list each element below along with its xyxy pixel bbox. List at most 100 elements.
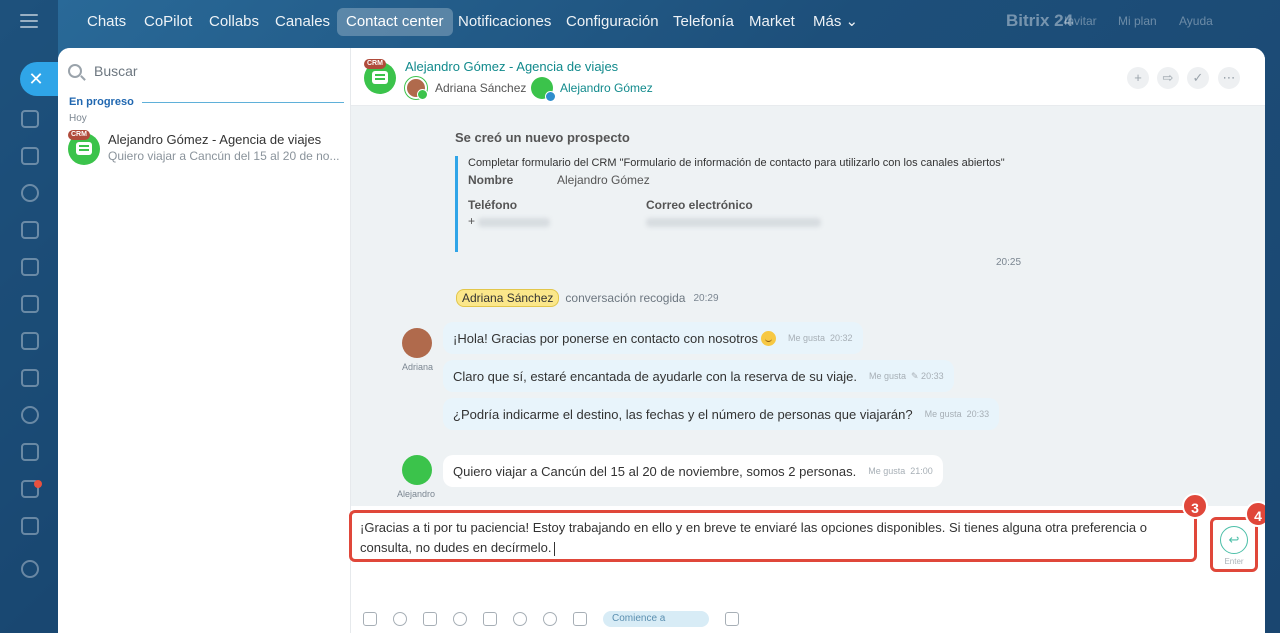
like-link[interactable]: Me gusta — [869, 371, 906, 381]
avatar-label: Alejandro — [397, 489, 436, 499]
blurred-email — [646, 218, 821, 227]
operator-avatar[interactable] — [405, 77, 428, 100]
nav-canales[interactable]: Canales — [266, 8, 339, 36]
add-button[interactable]: + — [1127, 67, 1149, 89]
nav-invitar[interactable]: Invitar — [1064, 14, 1097, 28]
form-icon[interactable] — [423, 612, 437, 626]
forward-button[interactable]: ⇨ — [1157, 67, 1179, 89]
template-icon[interactable] — [483, 612, 497, 626]
contact-center-panel: Buscar En progreso Hoy CRM Alejandro Góm… — [58, 48, 1265, 633]
lightning-icon[interactable] — [543, 612, 557, 626]
group-title: En progreso — [69, 96, 134, 108]
composer: ¡Gracias a ti por tu paciencia! Estoy tr… — [349, 493, 1265, 633]
client-message-avatar[interactable] — [402, 455, 432, 485]
message-bubble[interactable]: ¡Hola! Gracias por ponerse en contacto c… — [443, 322, 863, 354]
check-button[interactable]: ✓ — [1187, 67, 1209, 89]
nav-notificaciones[interactable]: Notificaciones — [449, 8, 560, 36]
users-icon[interactable] — [21, 406, 39, 424]
message-time: 21:00 — [910, 466, 933, 476]
like-link[interactable]: Me gusta — [925, 409, 962, 419]
screen-icon[interactable] — [725, 612, 739, 626]
send-label: Enter — [1224, 557, 1244, 566]
blurred-phone — [478, 218, 550, 227]
contact-icon[interactable] — [393, 612, 407, 626]
docs-icon[interactable] — [21, 258, 39, 276]
pickup-notice: Adriana Sánchez conversación recogida 20… — [456, 289, 719, 307]
message-feed: Se creó un nuevo prospecto Completar for… — [351, 106, 1265, 506]
phone-label: Teléfono — [468, 198, 518, 212]
top-nav: Chats CoPilot Collabs Canales Contact ce… — [58, 0, 1280, 46]
message-bubble[interactable]: Quiero viajar a Cancún del 15 al 20 de n… — [443, 455, 943, 487]
lead-details: Completar formulario del CRM "Formulario… — [455, 156, 1055, 252]
name-value: Alejandro Gómez — [557, 173, 650, 187]
contact-center-icon[interactable] — [21, 332, 39, 350]
star-icon[interactable] — [573, 612, 587, 626]
like-link[interactable]: Me gusta — [788, 333, 825, 343]
message-text: ¿Podría indicarme el destino, las fechas… — [453, 406, 913, 422]
nav-chats[interactable]: Chats — [78, 8, 135, 36]
nav-contact-center[interactable]: Contact center — [337, 8, 453, 36]
emoji-icon[interactable] — [453, 612, 467, 626]
board-icon[interactable] — [21, 295, 39, 313]
nav-mas[interactable]: Más ⌄ — [804, 8, 867, 36]
search-input[interactable]: Buscar — [94, 63, 138, 79]
message-input-text: ¡Gracias a ti por tu paciencia! Estoy tr… — [360, 520, 1147, 555]
search-box[interactable]: Buscar — [68, 58, 342, 84]
message-text: Claro que sí, estaré encantada de ayudar… — [453, 368, 857, 384]
crm-tag: CRM — [364, 59, 386, 69]
chat-area: CRM Alejandro Gómez - Agencia de viajes … — [349, 48, 1265, 633]
crm-tag: CRM — [68, 130, 90, 140]
step-badge-4: 4 — [1245, 501, 1265, 527]
attach-icon[interactable] — [363, 612, 377, 626]
client-avatar[interactable] — [531, 77, 556, 102]
tasks-icon[interactable] — [21, 443, 39, 461]
message-time: ✎ 20:33 — [911, 370, 944, 381]
chat-header: CRM Alejandro Gómez - Agencia de viajes … — [351, 48, 1265, 106]
send-button[interactable]: ↩ — [1220, 526, 1248, 554]
nav-market[interactable]: Market — [740, 8, 804, 36]
feed-icon[interactable] — [21, 147, 39, 165]
message-time: 20:32 — [830, 333, 853, 343]
calendar-icon[interactable] — [21, 221, 39, 239]
nav-copilot[interactable]: CoPilot — [135, 8, 201, 36]
settings-icon[interactable] — [21, 560, 39, 578]
left-rail: ✕ — [0, 0, 58, 633]
chat-list-sidebar: Buscar En progreso Hoy CRM Alejandro Góm… — [58, 48, 351, 633]
nav-configuracion[interactable]: Configuración — [557, 8, 668, 36]
pickup-text: conversación recogida — [565, 291, 686, 305]
copilot-chip[interactable]: Comience a — [603, 611, 709, 627]
composer-toolbar: Comience a — [363, 610, 755, 628]
nav-collabs[interactable]: Collabs — [200, 8, 268, 36]
operator-name[interactable]: Adriana Sánchez — [435, 81, 526, 95]
close-panel-button[interactable]: ✕ — [20, 62, 58, 96]
operator-message-avatar[interactable] — [402, 328, 432, 358]
hide-icon[interactable] — [513, 612, 527, 626]
robot-icon[interactable] — [21, 517, 39, 535]
mail-icon[interactable] — [21, 369, 39, 387]
more-button[interactable]: ⋯ — [1218, 67, 1240, 89]
group-date: Hoy — [69, 113, 87, 124]
message-time: 20:33 — [966, 409, 990, 419]
like-link[interactable]: Me gusta — [868, 466, 905, 476]
message-input[interactable]: ¡Gracias a ti por tu paciencia! Estoy tr… — [349, 510, 1197, 562]
chat-icon[interactable] — [21, 110, 39, 128]
client-name[interactable]: Alejandro Gómez — [560, 81, 653, 95]
search-icon — [68, 64, 82, 78]
smile-emoji-icon — [760, 330, 776, 346]
nav-plan[interactable]: Mi plan — [1118, 14, 1157, 28]
copilot-icon[interactable] — [21, 184, 39, 202]
form-description: Completar formulario del CRM "Formulario… — [468, 157, 1005, 169]
nav-ayuda[interactable]: Ayuda — [1179, 14, 1213, 28]
email-label: Correo electrónico — [646, 198, 753, 212]
message-bubble[interactable]: ¿Podría indicarme el destino, las fechas… — [443, 398, 1000, 430]
step-badge-3: 3 — [1182, 493, 1208, 519]
menu-icon[interactable] — [20, 14, 38, 28]
chat-list-item[interactable]: CRM Alejandro Gómez - Agencia de viajes … — [58, 130, 350, 170]
message-bubble[interactable]: Claro que sí, estaré encantada de ayudar… — [443, 360, 954, 392]
message-text: ¡Hola! Gracias por ponerse en contacto c… — [453, 330, 758, 346]
notification-badge — [34, 480, 42, 488]
operator-chip[interactable]: Adriana Sánchez — [456, 289, 560, 307]
chat-title[interactable]: Alejandro Gómez - Agencia de viajes — [405, 59, 618, 74]
pickup-time: 20:29 — [693, 292, 719, 304]
nav-telefonia[interactable]: Telefonía — [664, 8, 743, 36]
